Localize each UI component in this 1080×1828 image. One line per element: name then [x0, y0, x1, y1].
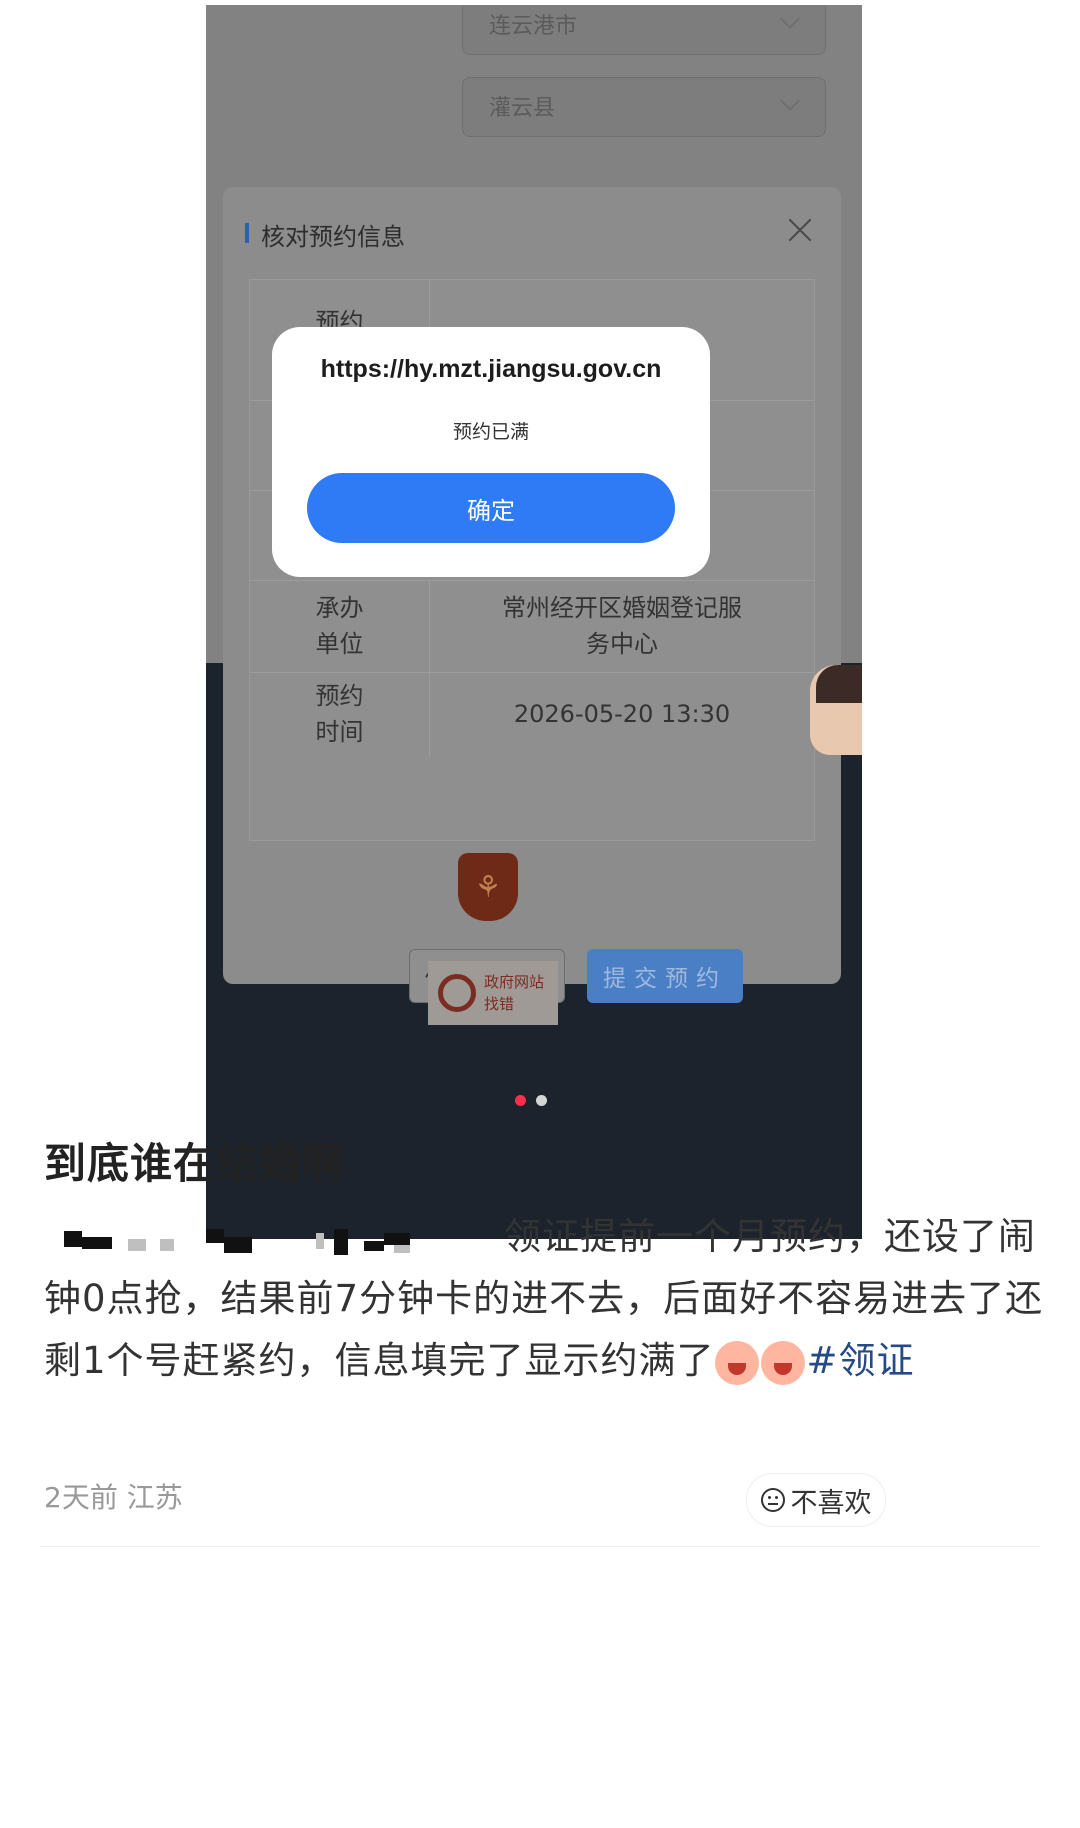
sobbing-emoji-icon — [760, 1340, 805, 1385]
post-meta: 2天前 江苏 — [44, 1481, 183, 1514]
redacted-mosaic — [44, 1219, 504, 1259]
close-icon — [787, 217, 813, 243]
magnifier-icon — [438, 974, 476, 1012]
hashtag-link[interactable]: #领证 — [807, 1339, 915, 1382]
gov-site-error-text: 政府网站 找错 — [484, 973, 545, 1013]
county-select: 灌云县 — [462, 77, 826, 137]
alert-message: 预约已满 — [452, 421, 529, 443]
city-select: 连云港市 — [462, 5, 826, 55]
verify-dialog-title: 核对预约信息 — [245, 217, 405, 252]
city-select-value: 连云港市 — [489, 14, 578, 39]
dislike-label: 不喜欢 — [790, 1487, 872, 1519]
post-image[interactable]: 连云港市 灌云县 核对预约信息 预约 业务 结婚登记 承办 单位 常州经开区婚姻… — [206, 5, 862, 1239]
county-select-value: 灌云县 — [489, 96, 556, 121]
row-value: 常州经开区婚姻登记服 务中心 — [502, 594, 742, 658]
row-label: 承办 单位 — [250, 580, 430, 672]
submit-appointment-button: 提交预约 — [587, 949, 743, 1003]
row-label: 预约 时间 — [250, 672, 430, 756]
row-value: 2026-05-20 13:30 — [513, 700, 731, 728]
table-row: 承办 单位 常州经开区婚姻登记服 务中心 — [250, 580, 814, 673]
gov-site-error-logo: 政府网站 找错 — [428, 961, 558, 1025]
alert-confirm-button: 确定 — [307, 473, 675, 543]
post-content: 领证提前一个月预约，还设了闹钟0点抢，结果前7分钟卡的进不去，后面好不容易进去了… — [44, 1206, 1044, 1392]
mascot-avatar — [810, 665, 862, 755]
crying-emoji-icon — [714, 1340, 759, 1385]
post-title: 到底谁在结婚啊 — [44, 1139, 346, 1188]
alert-dialog: https://hy.mzt.jiangsu.gov.cn 预约已满 确定 — [272, 327, 710, 577]
unhappy-face-icon — [760, 1488, 785, 1512]
table-row: 预约 时间 2026-05-20 13:30 — [250, 672, 814, 756]
alert-url: https://hy.mzt.jiangsu.gov.cn — [320, 355, 662, 383]
dislike-button[interactable]: 不喜欢 — [746, 1473, 886, 1527]
verify-dialog: 核对预约信息 预约 业务 结婚登记 承办 单位 常州经开区婚姻登记服 务中心 预… — [223, 187, 841, 1003]
divider — [40, 1546, 1040, 1547]
chevron-down-icon — [780, 91, 800, 111]
carousel-dot[interactable] — [536, 1095, 547, 1106]
emblem-logo: ⚘ — [458, 853, 518, 921]
carousel-dot-active[interactable] — [515, 1095, 526, 1106]
chevron-down-icon — [780, 9, 800, 29]
